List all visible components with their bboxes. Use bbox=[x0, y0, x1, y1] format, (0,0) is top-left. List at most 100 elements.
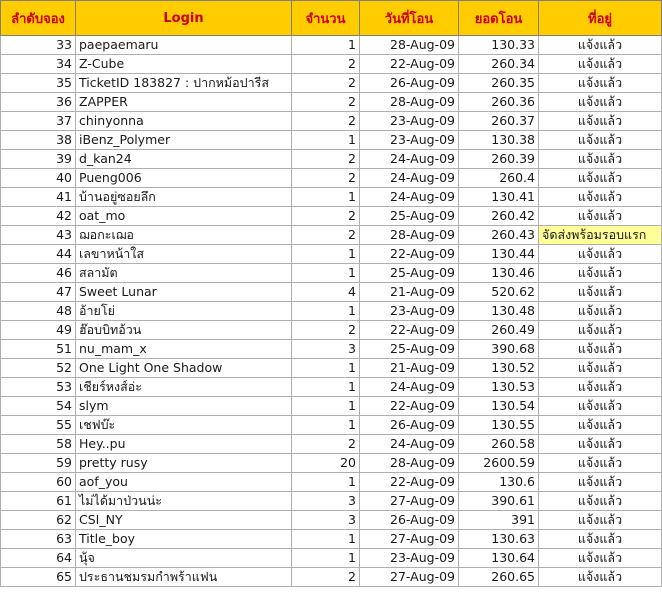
transfer-date-cell[interactable]: 26-Aug-09 bbox=[359, 73, 459, 93]
quantity-cell[interactable]: 2 bbox=[291, 225, 360, 245]
transfer-amount-cell[interactable]: 130.44 bbox=[458, 244, 539, 264]
order-number-cell[interactable]: 54 bbox=[0, 396, 76, 416]
order-number-cell[interactable]: 36 bbox=[0, 92, 76, 112]
quantity-cell[interactable]: 2 bbox=[291, 92, 360, 112]
transfer-amount-cell[interactable]: 130.33 bbox=[458, 35, 539, 55]
login-cell[interactable]: Z-Cube bbox=[75, 54, 292, 74]
address-cell[interactable]: แจ้งแล้ว bbox=[538, 529, 662, 549]
transfer-amount-cell[interactable]: 130.6 bbox=[458, 472, 539, 492]
transfer-date-cell[interactable]: 21-Aug-09 bbox=[359, 358, 459, 378]
quantity-cell[interactable]: 3 bbox=[291, 491, 360, 511]
transfer-amount-cell[interactable]: 260.42 bbox=[458, 206, 539, 226]
address-cell[interactable]: แจ้งแล้ว bbox=[538, 206, 662, 226]
order-number-cell[interactable]: 48 bbox=[0, 301, 76, 321]
order-number-cell[interactable]: 40 bbox=[0, 168, 76, 188]
login-cell[interactable]: เลขาหน้าใส bbox=[75, 244, 292, 264]
login-cell[interactable]: Sweet Lunar bbox=[75, 282, 292, 302]
address-cell[interactable]: แจ้งแล้ว bbox=[538, 244, 662, 264]
login-cell[interactable]: Title_boy bbox=[75, 529, 292, 549]
transfer-amount-cell[interactable]: 260.34 bbox=[458, 54, 539, 74]
login-cell[interactable]: ไม่ได้มาป่วนน่ะ bbox=[75, 491, 292, 511]
order-number-cell[interactable]: 63 bbox=[0, 529, 76, 549]
address-cell[interactable]: แจ้งแล้ว bbox=[538, 263, 662, 283]
address-cell[interactable]: แจ้งแล้ว bbox=[538, 453, 662, 473]
quantity-cell[interactable]: 3 bbox=[291, 339, 360, 359]
login-cell[interactable]: สลามัต bbox=[75, 263, 292, 283]
address-cell[interactable]: แจ้งแล้ว bbox=[538, 130, 662, 150]
order-number-cell[interactable]: 33 bbox=[0, 35, 76, 55]
address-cell[interactable]: จัดส่งพร้อมรอบแรก bbox=[538, 225, 662, 245]
address-cell[interactable]: แจ้งแล้ว bbox=[538, 472, 662, 492]
order-number-cell[interactable]: 64 bbox=[0, 548, 76, 568]
login-cell[interactable]: Pueng006 bbox=[75, 168, 292, 188]
quantity-cell[interactable]: 2 bbox=[291, 73, 360, 93]
transfer-date-cell[interactable]: 25-Aug-09 bbox=[359, 206, 459, 226]
login-cell[interactable]: ฌอกะเฌอ bbox=[75, 225, 292, 245]
transfer-amount-cell[interactable]: 260.35 bbox=[458, 73, 539, 93]
transfer-date-cell[interactable]: 21-Aug-09 bbox=[359, 282, 459, 302]
transfer-amount-cell[interactable]: 391 bbox=[458, 510, 539, 530]
quantity-cell[interactable]: 2 bbox=[291, 168, 360, 188]
transfer-amount-cell[interactable]: 130.46 bbox=[458, 263, 539, 283]
header-transfer-amount[interactable]: ยอดโอน bbox=[458, 0, 539, 36]
login-cell[interactable]: ZAPPER bbox=[75, 92, 292, 112]
transfer-amount-cell[interactable]: 390.68 bbox=[458, 339, 539, 359]
transfer-date-cell[interactable]: 25-Aug-09 bbox=[359, 339, 459, 359]
transfer-date-cell[interactable]: 25-Aug-09 bbox=[359, 263, 459, 283]
login-cell[interactable]: CSI_NY bbox=[75, 510, 292, 530]
transfer-date-cell[interactable]: 23-Aug-09 bbox=[359, 111, 459, 131]
login-cell[interactable]: เชียร์หงส์อ่ะ bbox=[75, 377, 292, 397]
transfer-amount-cell[interactable]: 390.61 bbox=[458, 491, 539, 511]
transfer-date-cell[interactable]: 26-Aug-09 bbox=[359, 415, 459, 435]
transfer-amount-cell[interactable]: 130.38 bbox=[458, 130, 539, 150]
order-number-cell[interactable]: 34 bbox=[0, 54, 76, 74]
transfer-date-cell[interactable]: 24-Aug-09 bbox=[359, 434, 459, 454]
transfer-date-cell[interactable]: 23-Aug-09 bbox=[359, 301, 459, 321]
header-login[interactable]: Login bbox=[75, 0, 292, 36]
quantity-cell[interactable]: 2 bbox=[291, 206, 360, 226]
order-number-cell[interactable]: 51 bbox=[0, 339, 76, 359]
quantity-cell[interactable]: 3 bbox=[291, 510, 360, 530]
transfer-amount-cell[interactable]: 520.62 bbox=[458, 282, 539, 302]
address-cell[interactable]: แจ้งแล้ว bbox=[538, 510, 662, 530]
login-cell[interactable]: pretty rusy bbox=[75, 453, 292, 473]
transfer-amount-cell[interactable]: 260.37 bbox=[458, 111, 539, 131]
transfer-date-cell[interactable]: 27-Aug-09 bbox=[359, 529, 459, 549]
transfer-amount-cell[interactable]: 260.65 bbox=[458, 567, 539, 587]
order-number-cell[interactable]: 52 bbox=[0, 358, 76, 378]
order-number-cell[interactable]: 42 bbox=[0, 206, 76, 226]
transfer-date-cell[interactable]: 22-Aug-09 bbox=[359, 320, 459, 340]
transfer-date-cell[interactable]: 27-Aug-09 bbox=[359, 567, 459, 587]
login-cell[interactable]: นุ้จ bbox=[75, 548, 292, 568]
quantity-cell[interactable]: 1 bbox=[291, 548, 360, 568]
order-number-cell[interactable]: 60 bbox=[0, 472, 76, 492]
quantity-cell[interactable]: 20 bbox=[291, 453, 360, 473]
transfer-date-cell[interactable]: 24-Aug-09 bbox=[359, 149, 459, 169]
transfer-date-cell[interactable]: 27-Aug-09 bbox=[359, 491, 459, 511]
order-number-cell[interactable]: 37 bbox=[0, 111, 76, 131]
header-transfer-date[interactable]: วันที่โอน bbox=[359, 0, 459, 36]
login-cell[interactable]: ประธานชมรมกำพร้าแฟน bbox=[75, 567, 292, 587]
order-number-cell[interactable]: 39 bbox=[0, 149, 76, 169]
login-cell[interactable]: ฮ๊อบบิทอ้วน bbox=[75, 320, 292, 340]
order-number-cell[interactable]: 62 bbox=[0, 510, 76, 530]
transfer-date-cell[interactable]: 24-Aug-09 bbox=[359, 187, 459, 207]
login-cell[interactable]: d_kan24 bbox=[75, 149, 292, 169]
order-number-cell[interactable]: 49 bbox=[0, 320, 76, 340]
login-cell[interactable]: aof_you bbox=[75, 472, 292, 492]
address-cell[interactable]: แจ้งแล้ว bbox=[538, 491, 662, 511]
login-cell[interactable]: nu_mam_x bbox=[75, 339, 292, 359]
transfer-date-cell[interactable]: 28-Aug-09 bbox=[359, 35, 459, 55]
quantity-cell[interactable]: 2 bbox=[291, 320, 360, 340]
quantity-cell[interactable]: 1 bbox=[291, 244, 360, 264]
login-cell[interactable]: อ้ายโย่ bbox=[75, 301, 292, 321]
address-cell[interactable]: แจ้งแล้ว bbox=[538, 396, 662, 416]
address-cell[interactable]: แจ้งแล้ว bbox=[538, 35, 662, 55]
login-cell[interactable]: iBenz_Polymer bbox=[75, 130, 292, 150]
transfer-amount-cell[interactable]: 260.58 bbox=[458, 434, 539, 454]
address-cell[interactable]: แจ้งแล้ว bbox=[538, 187, 662, 207]
header-order-number[interactable]: ลำดับจอง bbox=[0, 0, 76, 36]
address-cell[interactable]: แจ้งแล้ว bbox=[538, 434, 662, 454]
order-number-cell[interactable]: 65 bbox=[0, 567, 76, 587]
address-cell[interactable]: แจ้งแล้ว bbox=[538, 358, 662, 378]
